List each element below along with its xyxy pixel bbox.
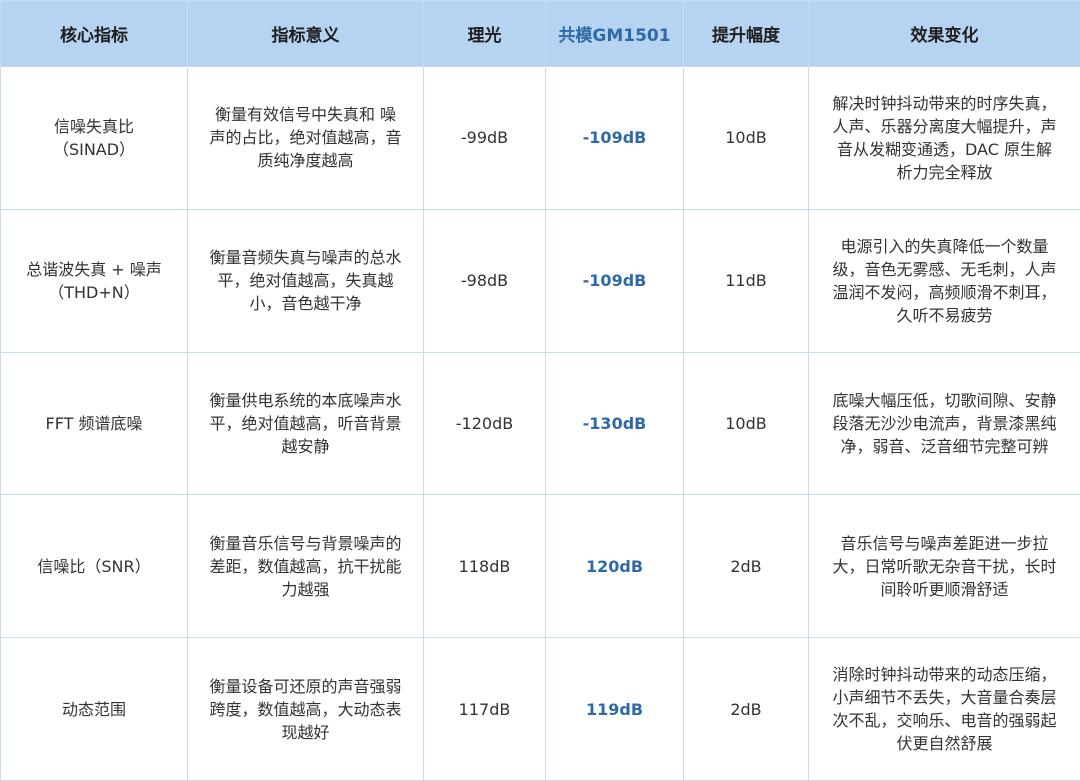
metrics-comparison-table: 核心指标 指标意义 理光 共模GM1501 提升幅度 效果变化 信噪失真比（SI… bbox=[0, 0, 1080, 781]
metric-meaning-line: 小，音色越干净 bbox=[192, 292, 419, 315]
effect-change-line: 温润不发闷，高频顺滑不刺耳， bbox=[813, 281, 1076, 304]
header-ricoh: 理光 bbox=[424, 1, 546, 67]
metric-meaning-line: 现越好 bbox=[192, 721, 419, 744]
effect-change-cell: 解决时钟抖动带来的时序失真，人声、乐器分离度大幅提升，声音从发糊变通透，DAC … bbox=[809, 67, 1080, 210]
metric-meaning-cell: 衡量音乐信号与背景噪声的差距，数值越高，抗干扰能力越强 bbox=[188, 495, 424, 638]
improvement-value-cell: 2dB bbox=[684, 495, 809, 638]
metric-meaning-line: 衡量音频失真与噪声的总水 bbox=[192, 246, 419, 269]
metric-meaning-line: 衡量音乐信号与背景噪声的 bbox=[192, 532, 419, 555]
metric-meaning-line: 差距，数值越高，抗干扰能 bbox=[192, 555, 419, 578]
gm1501-value-cell: 120dB bbox=[546, 495, 684, 638]
header-row: 核心指标 指标意义 理光 共模GM1501 提升幅度 效果变化 bbox=[1, 1, 1080, 67]
effect-change-line: 消除时钟抖动带来的动态压缩， bbox=[813, 663, 1076, 686]
table-body: 信噪失真比（SINAD）衡量有效信号中失真和 噪声的占比，绝对值越高，音质纯净度… bbox=[1, 67, 1080, 781]
ricoh-value-cell: -120dB bbox=[424, 352, 546, 495]
metric-name-line: 信噪失真比 bbox=[7, 115, 181, 138]
metric-name-line: 总谐波失真 + 噪声 bbox=[7, 258, 181, 281]
table-row: 信噪比（SNR） 衡量音乐信号与背景噪声的差距，数值越高，抗干扰能力越强118dB… bbox=[1, 495, 1080, 638]
metric-name-line: （SINAD） bbox=[7, 138, 181, 161]
effect-change-line: 久听不易疲劳 bbox=[813, 304, 1076, 327]
metric-meaning-line: 跨度，数值越高，大动态表 bbox=[192, 698, 419, 721]
gm1501-value-cell: -109dB bbox=[546, 67, 684, 210]
ricoh-value-cell: -98dB bbox=[424, 209, 546, 352]
effect-change-cell: 电源引入的失真降低一个数量级，音色无雾感、无毛刺，人声温润不发闷，高频顺滑不刺耳… bbox=[809, 209, 1080, 352]
metric-name-line: 信噪比（SNR） bbox=[7, 555, 181, 578]
effect-change-line: 小声细节不丢失，大音量合奏层 bbox=[813, 686, 1076, 709]
header-gm1501: 共模GM1501 bbox=[546, 1, 684, 67]
header-effect-change: 效果变化 bbox=[809, 1, 1080, 67]
metric-meaning-cell: 衡量音频失真与噪声的总水平，绝对值越高，失真越小，音色越干净 bbox=[188, 209, 424, 352]
effect-change-cell: 底噪大幅压低，切歌间隙、安静段落无沙沙电流声，背景漆黑纯净，弱音、泛音细节完整可… bbox=[809, 352, 1080, 495]
effect-change-line: 解决时钟抖动带来的时序失真， bbox=[813, 92, 1076, 115]
gm1501-value-cell: -109dB bbox=[546, 209, 684, 352]
metric-meaning-line: 越安静 bbox=[192, 435, 419, 458]
metric-name-line: 动态范围 bbox=[7, 698, 181, 721]
effect-change-line: 底噪大幅压低，切歌间隙、安静 bbox=[813, 389, 1076, 412]
metric-meaning-line: 平，绝对值越高，听音背景 bbox=[192, 412, 419, 435]
effect-change-cell: 音乐信号与噪声差距进一步拉大，日常听歌无杂音干扰，长时间聆听更顺滑舒适 bbox=[809, 495, 1080, 638]
effect-change-line: 间聆听更顺滑舒适 bbox=[813, 578, 1076, 601]
table-row: FFT 频谱底噪衡量供电系统的本底噪声水平，绝对值越高，听音背景越安静-120d… bbox=[1, 352, 1080, 495]
metric-meaning-line: 衡量设备可还原的声音强弱 bbox=[192, 675, 419, 698]
metric-meaning-line: 平，绝对值越高，失真越 bbox=[192, 269, 419, 292]
effect-change-line: 音乐信号与噪声差距进一步拉 bbox=[813, 532, 1076, 555]
ricoh-value-cell: -99dB bbox=[424, 67, 546, 210]
effect-change-line: 次不乱，交响乐、电音的强弱起 bbox=[813, 709, 1076, 732]
header-metric-meaning: 指标意义 bbox=[188, 1, 424, 67]
improvement-value-cell: 10dB bbox=[684, 67, 809, 210]
metric-name-cell: 动态范围 bbox=[1, 638, 188, 781]
improvement-value-cell: 11dB bbox=[684, 209, 809, 352]
effect-change-line: 伏更自然舒展 bbox=[813, 732, 1076, 755]
effect-change-cell: 消除时钟抖动带来的动态压缩，小声细节不丢失，大音量合奏层次不乱，交响乐、电音的强… bbox=[809, 638, 1080, 781]
metric-name-cell: FFT 频谱底噪 bbox=[1, 352, 188, 495]
ricoh-value-cell: 117dB bbox=[424, 638, 546, 781]
metric-meaning-line: 声的占比，绝对值越高，音 bbox=[192, 126, 419, 149]
improvement-value-cell: 10dB bbox=[684, 352, 809, 495]
gm1501-value-cell: -130dB bbox=[546, 352, 684, 495]
metric-meaning-line: 衡量有效信号中失真和 噪 bbox=[192, 103, 419, 126]
effect-change-line: 析力完全释放 bbox=[813, 161, 1076, 184]
metric-name-line: FFT 频谱底噪 bbox=[7, 412, 181, 435]
ricoh-value-cell: 118dB bbox=[424, 495, 546, 638]
effect-change-line: 人声、乐器分离度大幅提升，声 bbox=[813, 115, 1076, 138]
gm1501-value-cell: 119dB bbox=[546, 638, 684, 781]
effect-change-line: 级，音色无雾感、无毛刺，人声 bbox=[813, 258, 1076, 281]
metric-meaning-line: 质纯净度越高 bbox=[192, 149, 419, 172]
table-header: 核心指标 指标意义 理光 共模GM1501 提升幅度 效果变化 bbox=[1, 1, 1080, 67]
effect-change-line: 段落无沙沙电流声，背景漆黑纯 bbox=[813, 412, 1076, 435]
table-row: 动态范围衡量设备可还原的声音强弱跨度，数值越高，大动态表现越好117dB119d… bbox=[1, 638, 1080, 781]
metric-name-line: （THD+N） bbox=[7, 281, 181, 304]
metric-meaning-cell: 衡量有效信号中失真和 噪声的占比，绝对值越高，音质纯净度越高 bbox=[188, 67, 424, 210]
table-row: 总谐波失真 + 噪声（THD+N）衡量音频失真与噪声的总水平，绝对值越高，失真越… bbox=[1, 209, 1080, 352]
effect-change-line: 音从发糊变通透，DAC 原生解 bbox=[813, 138, 1076, 161]
header-improvement: 提升幅度 bbox=[684, 1, 809, 67]
effect-change-line: 净，弱音、泛音细节完整可辨 bbox=[813, 435, 1076, 458]
metric-meaning-line: 力越强 bbox=[192, 578, 419, 601]
metric-name-cell: 信噪比（SNR） bbox=[1, 495, 188, 638]
effect-change-line: 大，日常听歌无杂音干扰，长时 bbox=[813, 555, 1076, 578]
metric-meaning-cell: 衡量设备可还原的声音强弱跨度，数值越高，大动态表现越好 bbox=[188, 638, 424, 781]
improvement-value-cell: 2dB bbox=[684, 638, 809, 781]
header-core-metric: 核心指标 bbox=[1, 1, 188, 67]
metric-name-cell: 总谐波失真 + 噪声（THD+N） bbox=[1, 209, 188, 352]
metric-meaning-line: 衡量供电系统的本底噪声水 bbox=[192, 389, 419, 412]
table-row: 信噪失真比（SINAD）衡量有效信号中失真和 噪声的占比，绝对值越高，音质纯净度… bbox=[1, 67, 1080, 210]
metric-meaning-cell: 衡量供电系统的本底噪声水平，绝对值越高，听音背景越安静 bbox=[188, 352, 424, 495]
metric-name-cell: 信噪失真比（SINAD） bbox=[1, 67, 188, 210]
effect-change-line: 电源引入的失真降低一个数量 bbox=[813, 235, 1076, 258]
